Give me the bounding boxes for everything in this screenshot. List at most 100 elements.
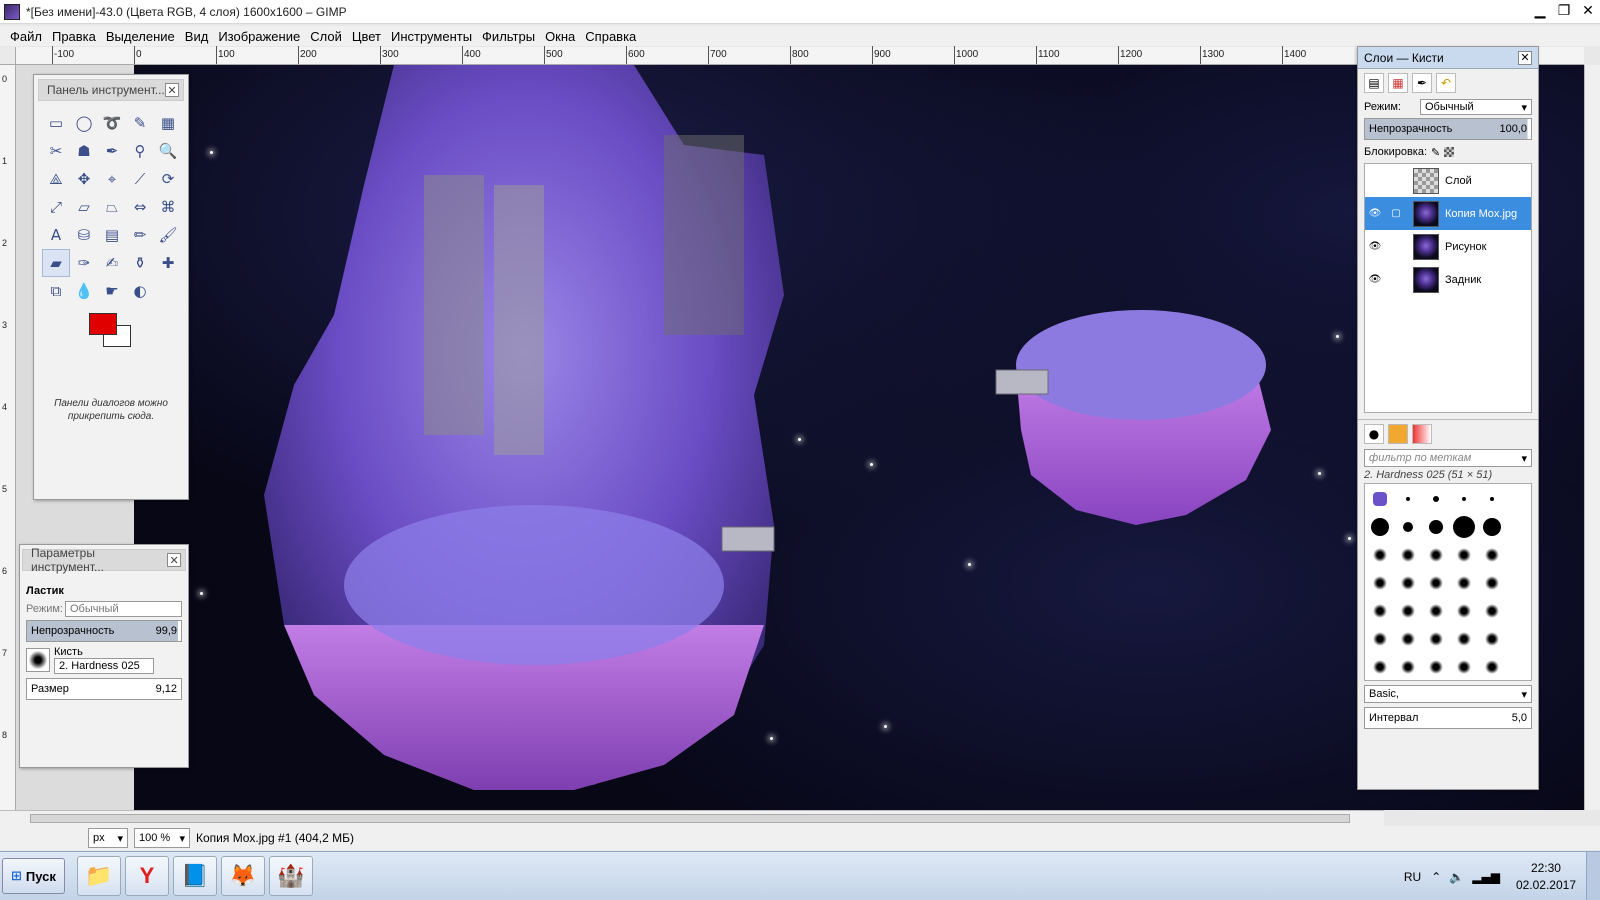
scissors-icon[interactable]: ✂ bbox=[42, 137, 70, 165]
brush-item[interactable] bbox=[1423, 626, 1449, 652]
brush-item[interactable] bbox=[1367, 598, 1393, 624]
brush-preview-icon[interactable] bbox=[26, 648, 50, 672]
brush-name-field[interactable]: 2. Hardness 025 bbox=[54, 658, 154, 674]
foreground-select-icon[interactable]: ☗ bbox=[70, 137, 98, 165]
vertical-ruler[interactable]: 0123456789 bbox=[0, 65, 16, 822]
clock[interactable]: 22:30 02.02.2017 bbox=[1516, 860, 1576, 894]
tool-options-close-button[interactable]: ✕ bbox=[167, 553, 181, 567]
ink-icon[interactable]: ✍ bbox=[98, 249, 126, 277]
show-desktop-button[interactable] bbox=[1586, 852, 1600, 900]
color-swatches[interactable] bbox=[89, 313, 149, 357]
blur-icon[interactable]: 💧 bbox=[70, 277, 98, 305]
brush-item[interactable] bbox=[1451, 654, 1477, 680]
brush-item[interactable] bbox=[1367, 514, 1393, 540]
explorer-icon[interactable]: 📁 bbox=[76, 856, 121, 896]
spacing-slider[interactable]: Интервал 5,0 bbox=[1364, 707, 1532, 729]
tab-undo-icon[interactable]: ↶ bbox=[1436, 73, 1456, 93]
shear-icon[interactable]: ▱ bbox=[70, 193, 98, 221]
brush-item[interactable] bbox=[1367, 542, 1393, 568]
dock-close-button[interactable]: ✕ bbox=[1518, 50, 1532, 65]
yandex-browser-icon[interactable]: Y bbox=[124, 856, 169, 896]
lock-pixels-icon[interactable]: ✎ bbox=[1431, 146, 1440, 159]
brush-item[interactable] bbox=[1479, 570, 1505, 596]
network-icon[interactable]: ▂▄▆ bbox=[1472, 870, 1500, 884]
brush-item[interactable] bbox=[1423, 486, 1449, 512]
align-icon[interactable]: ⌖ bbox=[98, 165, 126, 193]
smudge-icon[interactable]: ☛ bbox=[98, 277, 126, 305]
tab-gradients-icon[interactable] bbox=[1412, 423, 1432, 444]
brush-item[interactable] bbox=[1395, 514, 1421, 540]
layer-name[interactable]: Рисунок bbox=[1445, 241, 1487, 253]
airbrush-icon[interactable]: ✑ bbox=[70, 249, 98, 277]
bucket-fill-icon[interactable]: ⛁ bbox=[70, 221, 98, 249]
free-select-icon[interactable]: ➰ bbox=[98, 109, 126, 137]
perspective-icon[interactable]: ⏢ bbox=[98, 193, 126, 221]
brush-item[interactable] bbox=[1479, 598, 1505, 624]
chain-icon[interactable]: ▢ bbox=[1385, 208, 1407, 219]
brush-item[interactable] bbox=[1395, 542, 1421, 568]
volume-icon[interactable]: 🔈 bbox=[1449, 870, 1464, 884]
paintbrush-icon[interactable]: 🖌 bbox=[154, 221, 182, 249]
heal-icon[interactable]: ✚ bbox=[154, 249, 182, 277]
menu-item-4[interactable]: Изображение bbox=[214, 29, 304, 44]
brush-item[interactable] bbox=[1395, 626, 1421, 652]
menu-item-2[interactable]: Выделение bbox=[102, 29, 179, 44]
tab-layers-icon[interactable]: ▤ bbox=[1364, 73, 1384, 93]
brush-item[interactable] bbox=[1423, 654, 1449, 680]
brush-filter-input[interactable]: фильтр по меткам ▾ bbox=[1364, 449, 1532, 467]
unit-select[interactable]: px ▾ bbox=[88, 828, 128, 848]
dodge-burn-icon[interactable]: ◐ bbox=[126, 277, 154, 305]
vertical-scrollbar[interactable] bbox=[1584, 65, 1600, 810]
eraser-icon[interactable]: ▰ bbox=[42, 249, 70, 277]
layer-row[interactable]: Слой bbox=[1365, 164, 1531, 197]
tab-channels-icon[interactable]: ▦ bbox=[1388, 73, 1408, 93]
lock-alpha-icon[interactable] bbox=[1444, 147, 1455, 157]
cage-icon[interactable]: ⌘ bbox=[154, 193, 182, 221]
paths-icon[interactable]: ✒ bbox=[98, 137, 126, 165]
eye-icon[interactable]: 👁 bbox=[1365, 241, 1385, 252]
tool-options-title-bar[interactable]: Параметры инструмент... ✕ bbox=[22, 546, 186, 574]
size-slider[interactable]: Размер 9,12 bbox=[26, 678, 182, 700]
brush-item[interactable] bbox=[1423, 570, 1449, 596]
horizontal-scrollbar[interactable] bbox=[0, 810, 1384, 826]
layer-row[interactable]: 👁 ▢ Копия Mox.jpg bbox=[1365, 197, 1531, 230]
menu-item-6[interactable]: Цвет bbox=[348, 29, 385, 44]
menu-item-0[interactable]: Файл bbox=[6, 29, 46, 44]
menu-item-3[interactable]: Вид bbox=[181, 29, 213, 44]
brush-item[interactable] bbox=[1479, 514, 1505, 540]
menu-item-8[interactable]: Фильтры bbox=[478, 29, 539, 44]
horizontal-ruler[interactable]: -100 0 100 200 300 400 500 600 700 800 900 1000 1100… bbox=[16, 46, 1584, 65]
perspective-clone-icon[interactable]: ⧉ bbox=[42, 277, 70, 305]
scale-icon[interactable]: ⤢ bbox=[42, 193, 70, 221]
opacity-slider[interactable]: Непрозрачность 99,9 bbox=[26, 620, 182, 642]
menu-item-10[interactable]: Справка bbox=[581, 29, 640, 44]
measure-icon[interactable]: ⟁ bbox=[42, 165, 70, 193]
rect-select-icon[interactable]: ▭ bbox=[42, 109, 70, 137]
minimize-button[interactable]: ▁ bbox=[1528, 0, 1552, 22]
brush-item[interactable] bbox=[1451, 486, 1477, 512]
crop-icon[interactable]: ⟋ bbox=[126, 165, 154, 193]
brush-item[interactable] bbox=[1451, 542, 1477, 568]
toolbox-title-bar[interactable]: Панель инструмент... ✕ bbox=[38, 79, 184, 101]
brush-item[interactable] bbox=[1367, 570, 1393, 596]
brush-item[interactable] bbox=[1395, 598, 1421, 624]
brush-item[interactable] bbox=[1451, 514, 1477, 540]
brush-item[interactable] bbox=[1367, 654, 1393, 680]
brush-item[interactable] bbox=[1479, 654, 1505, 680]
text-icon[interactable]: A bbox=[42, 221, 70, 249]
start-button[interactable]: ⊞ Пуск bbox=[2, 858, 65, 894]
brush-item[interactable] bbox=[1423, 542, 1449, 568]
menu-item-9[interactable]: Окна bbox=[541, 29, 579, 44]
fuzzy-select-icon[interactable]: ✎ bbox=[126, 109, 154, 137]
brush-item[interactable] bbox=[1367, 486, 1393, 512]
layer-mode-select[interactable]: Обычный ▾ bbox=[1420, 99, 1532, 115]
brush-item[interactable] bbox=[1479, 486, 1505, 512]
eye-icon[interactable]: 👁 bbox=[1365, 208, 1385, 219]
gimp-icon[interactable]: 🦊 bbox=[220, 856, 265, 896]
close-button[interactable]: ✕ bbox=[1576, 0, 1600, 22]
brush-item[interactable] bbox=[1451, 598, 1477, 624]
menu-item-7[interactable]: Инструменты bbox=[387, 29, 476, 44]
flip-icon[interactable]: ⇔ bbox=[126, 193, 154, 221]
brush-item[interactable] bbox=[1451, 626, 1477, 652]
brush-item[interactable] bbox=[1395, 486, 1421, 512]
